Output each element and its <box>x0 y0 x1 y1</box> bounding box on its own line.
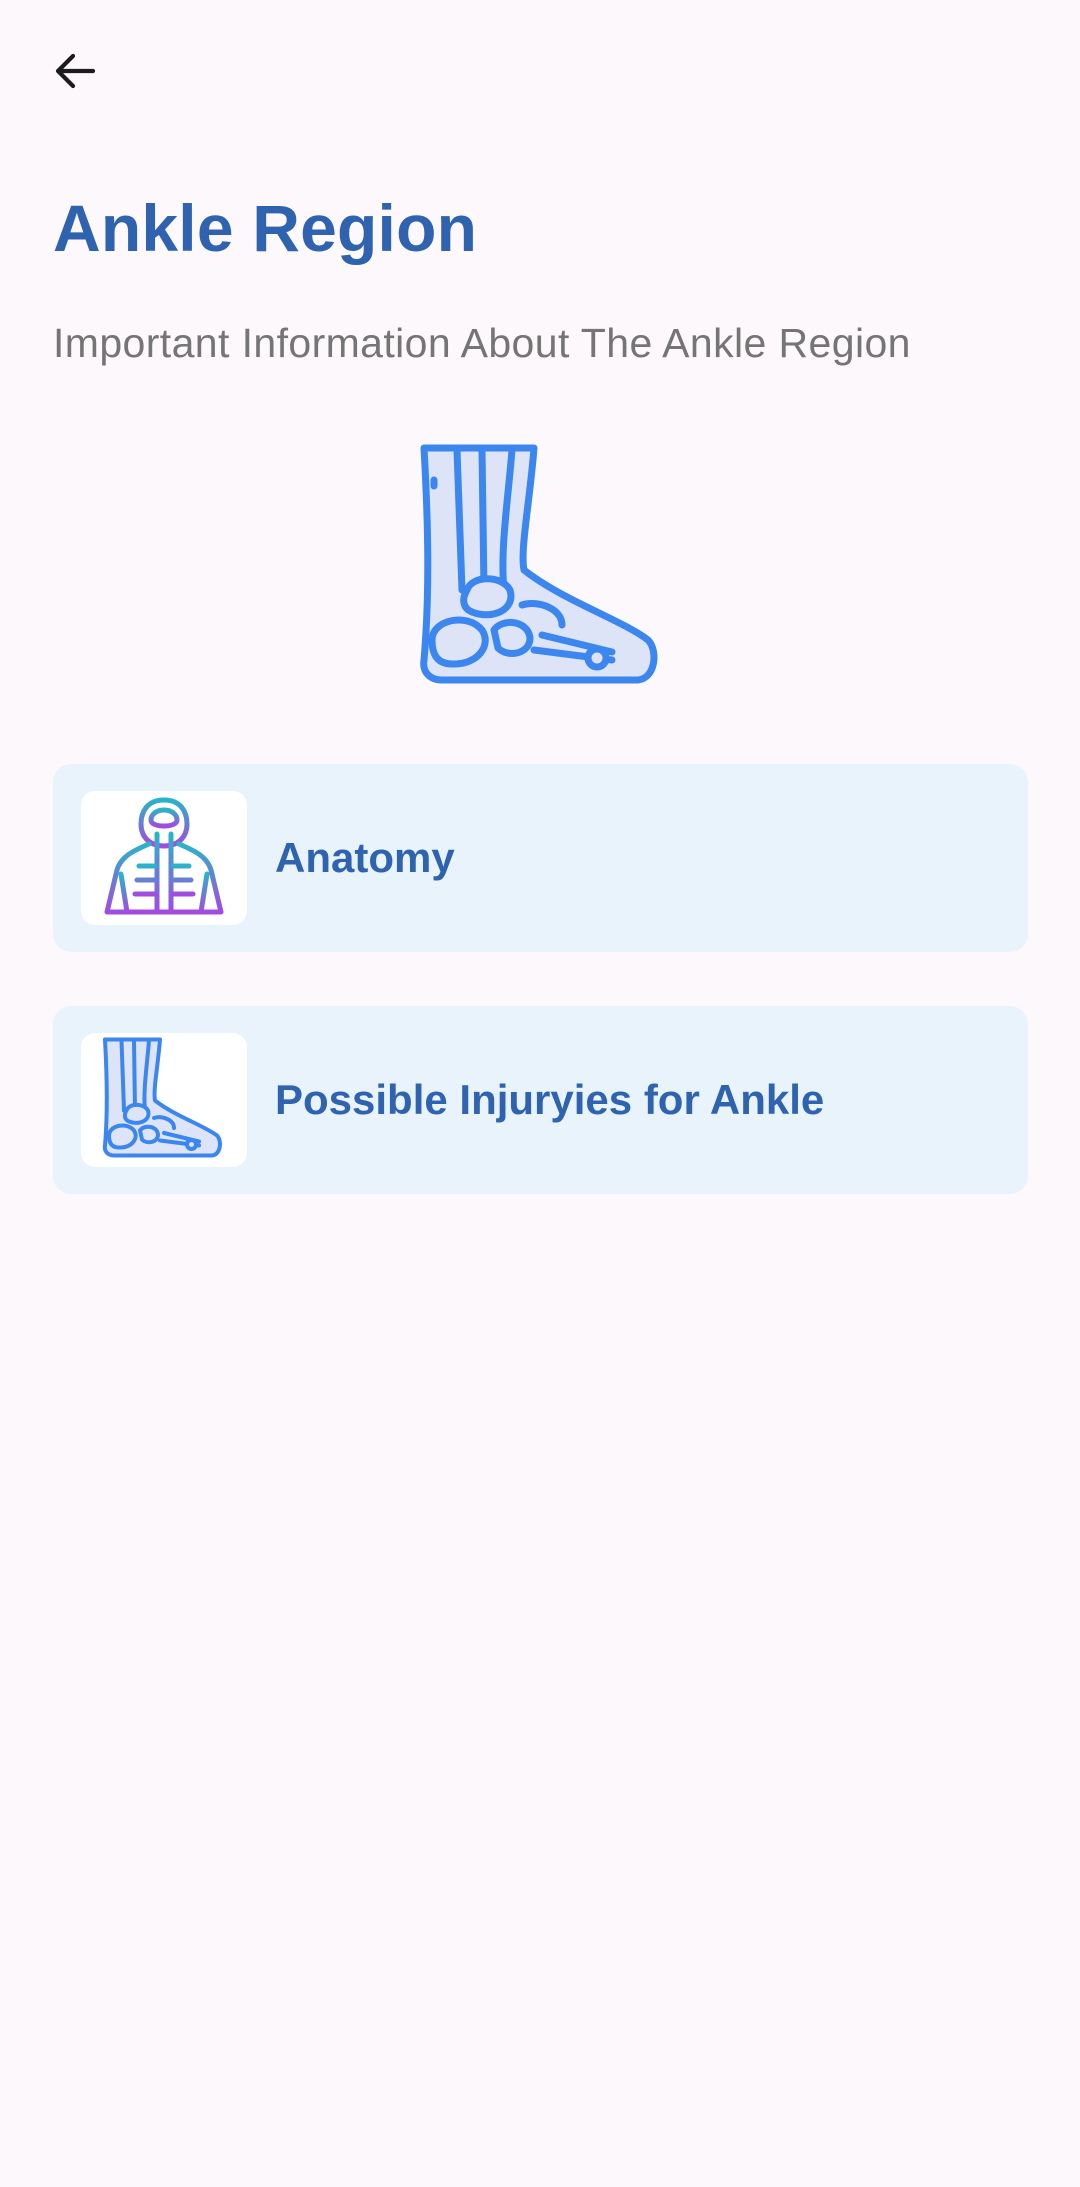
ankle-skeleton-icon <box>412 440 672 690</box>
menu-item-anatomy[interactable]: Anatomy <box>53 764 1028 952</box>
page-subtitle: Important Information About The Ankle Re… <box>53 320 911 366</box>
menu-item-possible-injuries[interactable]: Possible Injuryies for Ankle <box>53 1006 1028 1194</box>
back-button[interactable] <box>42 40 108 106</box>
page-title: Ankle Region <box>53 191 478 265</box>
arrow-left-icon <box>51 47 99 100</box>
menu-item-label: Possible Injuryies for Ankle <box>275 1076 825 1123</box>
anatomy-torso-icon <box>99 794 229 923</box>
anatomy-thumbnail <box>81 791 247 925</box>
injuries-thumbnail <box>81 1033 247 1167</box>
ankle-skeleton-icon <box>99 1034 229 1167</box>
menu-item-label: Anatomy <box>275 834 455 881</box>
